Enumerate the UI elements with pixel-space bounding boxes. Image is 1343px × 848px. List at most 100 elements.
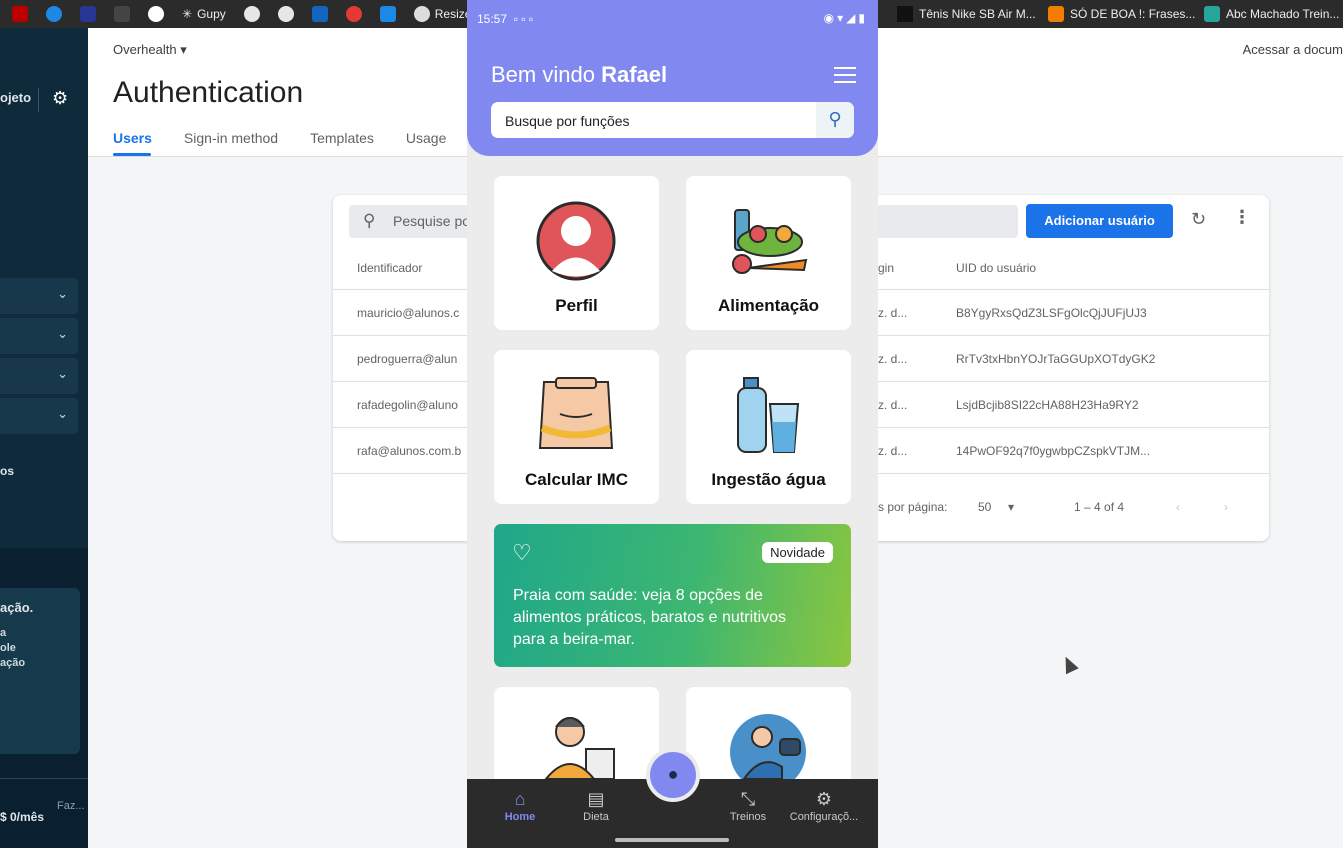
chevron-down-icon: ⌄ bbox=[57, 326, 68, 341]
column-header-uid[interactable]: UID do usuário bbox=[956, 261, 1036, 275]
tile-label: Perfil bbox=[555, 296, 598, 315]
bookmark-icon bbox=[379, 6, 396, 22]
search-icon[interactable]: ⚲ bbox=[816, 102, 854, 138]
tile-label: Ingestão água bbox=[711, 470, 826, 489]
caret-down-icon: ▾ bbox=[1008, 500, 1015, 514]
docs-link[interactable]: Acessar a docum bbox=[1243, 42, 1343, 57]
tile-perfil[interactable]: Perfil bbox=[494, 176, 659, 330]
body-measure-icon bbox=[538, 377, 614, 449]
tile-ingestao-agua[interactable]: Ingestão água bbox=[686, 350, 851, 504]
news-card[interactable]: ♡ Novidade Praia com saúde: veja 8 opçõe… bbox=[494, 524, 851, 667]
home-indicator bbox=[615, 838, 729, 842]
phone-mirror: 15:57 ▫ ▫ ▫ ◉▾◢▮ Bem vindo Rafael Busque… bbox=[467, 0, 878, 848]
app-search-placeholder: Busque por funções bbox=[505, 113, 630, 129]
tab-usage[interactable]: Usage bbox=[406, 130, 446, 146]
nav-dieta[interactable]: ▤ Dieta bbox=[556, 789, 636, 823]
play-icon bbox=[46, 6, 62, 22]
more-vert-icon[interactable]: ⋮ bbox=[1233, 207, 1251, 228]
nike-icon bbox=[897, 6, 913, 22]
rows-per-page-select[interactable]: 50 ▾ bbox=[978, 500, 1014, 514]
bookmark-icon bbox=[1204, 6, 1220, 22]
water-bottle-icon bbox=[737, 377, 800, 453]
bookmark-icon bbox=[345, 6, 362, 22]
bookmark-resize[interactable]: Resizel bbox=[413, 6, 474, 22]
nav-label: Dieta bbox=[583, 811, 609, 823]
column-header-signin[interactable]: gin bbox=[878, 261, 894, 275]
app-icon bbox=[80, 6, 96, 22]
chevron-down-icon: ⌄ bbox=[57, 286, 68, 301]
refresh-icon[interactable]: ↻ bbox=[1191, 209, 1206, 230]
table-cell-email: mauricio@alunos.c bbox=[357, 306, 460, 320]
sidebar-menu-group[interactable]: ⌄ bbox=[0, 398, 78, 434]
google-icon bbox=[148, 6, 164, 22]
menu-icon[interactable] bbox=[834, 67, 856, 88]
tile-calcular-imc[interactable]: Calcular IMC bbox=[494, 350, 659, 504]
bookmark-nike[interactable]: Tênis Nike SB Air M... bbox=[897, 0, 1036, 28]
search-placeholder: Pesquise po bbox=[393, 213, 471, 229]
chevron-down-icon: ⌄ bbox=[57, 406, 68, 421]
bookmark-icon bbox=[277, 6, 294, 22]
nav-home[interactable]: ⌂ Home bbox=[480, 789, 560, 823]
bookmark-e[interactable] bbox=[379, 6, 396, 22]
upgrade-link[interactable]: Faz... bbox=[57, 800, 85, 812]
user-name: Rafael bbox=[601, 62, 668, 87]
profile-fab[interactable]: ● bbox=[646, 748, 700, 802]
sidebar-menu-group[interactable]: ⌄ bbox=[0, 278, 78, 314]
tile-label: Alimentação bbox=[717, 296, 820, 315]
sidebar-menu-group[interactable]: ⌄ bbox=[0, 318, 78, 354]
rows-per-page-value: 50 bbox=[978, 500, 992, 514]
nav-configuracoes[interactable]: ⚙ Configuraçõ... bbox=[784, 789, 864, 823]
add-user-button[interactable]: Adicionar usuário bbox=[1026, 204, 1173, 238]
bookmark-app[interactable] bbox=[80, 6, 96, 22]
next-page-icon[interactable]: › bbox=[1224, 500, 1228, 514]
table-cell-uid: B8YgyRxsQdZ3LSFgOlcQjJUFjUJ3 bbox=[956, 306, 1147, 320]
project-overview-label[interactable]: ojeto bbox=[0, 90, 31, 105]
tab-users[interactable]: Users bbox=[113, 130, 152, 146]
news-badge: Novidade bbox=[762, 542, 833, 563]
sidebar-section-label[interactable]: os bbox=[0, 464, 14, 478]
bookmark-label: Gupy bbox=[197, 7, 226, 21]
project-selector[interactable]: Overhealth ▾ bbox=[113, 42, 187, 58]
table-cell-signin: z. d... bbox=[878, 306, 908, 320]
bookmark-netflix[interactable] bbox=[12, 6, 28, 22]
bookmark-d[interactable] bbox=[345, 6, 362, 22]
notification-icon: ▫ ▫ ▫ bbox=[513, 12, 534, 26]
bookmark-b[interactable] bbox=[277, 6, 294, 22]
table-cell-signin: z. d... bbox=[878, 444, 908, 458]
upgrade-card: ação. a ole ação bbox=[0, 588, 80, 754]
profile-icon bbox=[536, 201, 616, 281]
gear-icon[interactable]: ⚙ bbox=[52, 88, 72, 108]
blogger-icon bbox=[1048, 6, 1064, 22]
nav-treinos[interactable]: ⤡ Treinos bbox=[708, 789, 788, 823]
bookmark-play[interactable] bbox=[46, 6, 62, 22]
food-icon bbox=[732, 209, 808, 274]
clock: 15:57 bbox=[477, 12, 508, 26]
bookmark-frases[interactable]: SÓ DE BOA !: Frases... bbox=[1048, 0, 1195, 28]
tab-sign-in-method[interactable]: Sign-in method bbox=[184, 130, 278, 146]
rows-per-page-label: s por página: bbox=[878, 500, 948, 514]
bookmark-icon bbox=[311, 6, 328, 22]
column-header-identifier[interactable]: Identificador bbox=[357, 261, 422, 275]
bookmark-slash[interactable] bbox=[114, 6, 130, 22]
prev-page-icon[interactable]: ‹ bbox=[1176, 500, 1180, 514]
divider bbox=[38, 88, 39, 112]
bookmark-icon bbox=[114, 6, 130, 22]
sidebar-menu-group[interactable]: ⌄ bbox=[0, 358, 78, 394]
pagination-range: 1 – 4 of 4 bbox=[1074, 500, 1125, 514]
upgrade-card-line: a bbox=[0, 627, 7, 639]
caret-down-icon: ▾ bbox=[180, 42, 187, 57]
bookmark-abc[interactable]: Abc Machado Trein... bbox=[1204, 0, 1339, 28]
app-search-input[interactable]: Busque por funções ⚲ bbox=[491, 102, 854, 138]
nav-label: Treinos bbox=[729, 811, 767, 823]
news-text: Praia com saúde: veja 8 opções de alimen… bbox=[513, 587, 787, 648]
welcome-text: Bem vindo Rafael bbox=[491, 62, 667, 88]
tile-alimentacao[interactable]: Alimentação bbox=[686, 176, 851, 330]
tab-templates[interactable]: Templates bbox=[310, 130, 374, 146]
app-header: 15:57 ▫ ▫ ▫ ◉▾◢▮ Bem vindo Rafael Busque… bbox=[467, 0, 878, 156]
bookmark-gupy[interactable]: ✳ Gupy bbox=[182, 7, 226, 21]
bookmark-c[interactable] bbox=[311, 6, 328, 22]
bookmark-a[interactable] bbox=[243, 6, 260, 22]
upgrade-card-line: ole bbox=[0, 642, 16, 654]
bookmark-google[interactable] bbox=[148, 6, 164, 22]
heart-icon[interactable]: ♡ bbox=[512, 540, 532, 566]
